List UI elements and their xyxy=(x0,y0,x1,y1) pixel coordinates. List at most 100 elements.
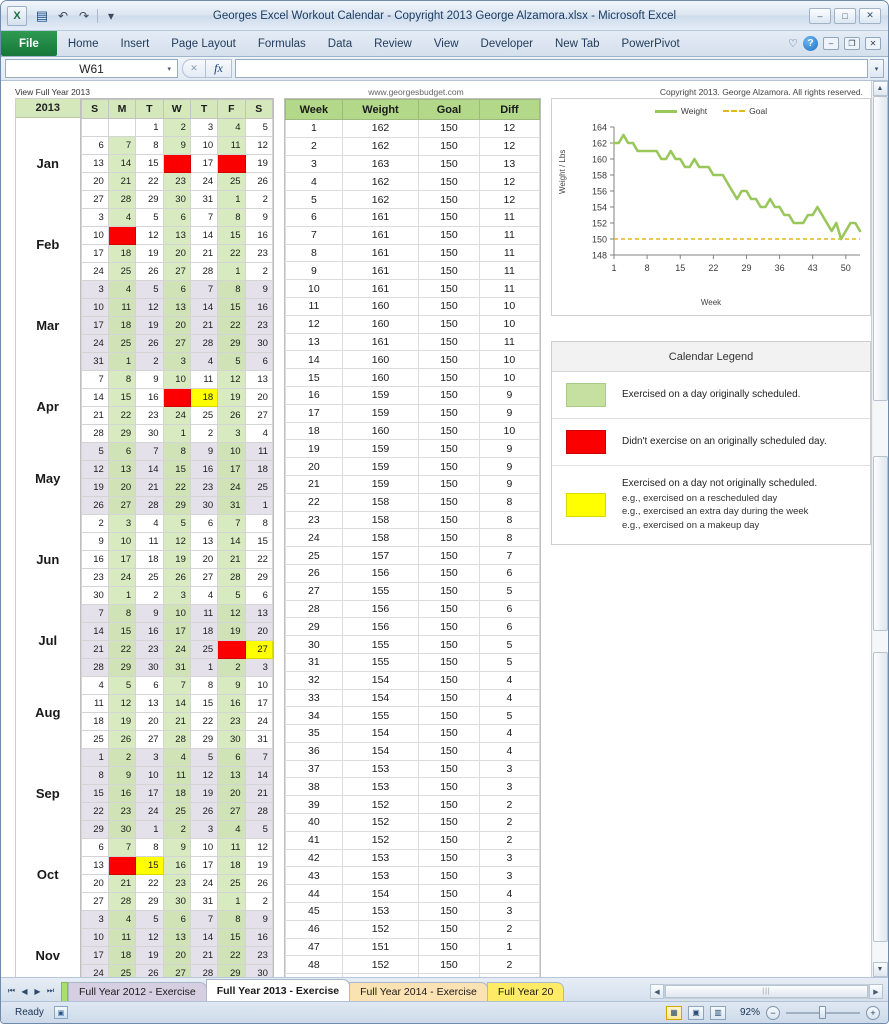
week-table-cell[interactable]: 34 xyxy=(285,707,342,725)
calendar-day-cell[interactable]: 8 xyxy=(81,767,108,785)
week-table-cell[interactable]: 38 xyxy=(285,778,342,796)
week-table-cell[interactable]: 150 xyxy=(419,956,480,974)
calendar-day-cell[interactable]: 29 xyxy=(108,425,135,443)
calendar-day-cell[interactable]: 9 xyxy=(163,137,190,155)
week-table-cell[interactable]: 13 xyxy=(285,333,342,351)
calendar-day-cell[interactable]: 14 xyxy=(218,533,245,551)
redo-icon[interactable]: ↷ xyxy=(74,6,94,26)
calendar-day-cell[interactable]: 18 xyxy=(190,389,217,407)
calendar-day-cell[interactable]: 20 xyxy=(108,479,135,497)
week-table-cell[interactable]: 43 xyxy=(285,867,342,885)
calendar-day-cell[interactable]: 10 xyxy=(81,227,108,245)
week-table-cell[interactable]: 161 xyxy=(342,244,418,262)
calendar-day-cell[interactable]: 22 xyxy=(218,947,245,965)
week-table-cell[interactable]: 151 xyxy=(342,938,418,956)
calendar-day-cell[interactable]: 25 xyxy=(218,173,245,191)
calendar-day-cell[interactable]: 22 xyxy=(136,875,163,893)
calendar-day-cell[interactable]: 17 xyxy=(163,389,190,407)
calendar-day-cell[interactable]: 28 xyxy=(81,659,108,677)
week-table-cell[interactable]: 152 xyxy=(342,814,418,832)
calendar-day-cell[interactable]: 12 xyxy=(245,137,272,155)
calendar-day-cell[interactable]: 7 xyxy=(190,209,217,227)
week-table-cell[interactable]: 1 xyxy=(285,120,342,138)
week-table-cell[interactable]: 5 xyxy=(479,582,539,600)
calendar-day-cell[interactable]: 13 xyxy=(108,461,135,479)
week-table-cell[interactable]: 150 xyxy=(419,137,480,155)
calendar-day-cell[interactable]: 18 xyxy=(108,317,135,335)
calendar-day-cell[interactable]: 27 xyxy=(81,191,108,209)
calendar-day-cell[interactable]: 8 xyxy=(136,839,163,857)
calendar-day-cell[interactable]: 5 xyxy=(245,821,272,839)
minimize-button[interactable]: – xyxy=(809,8,831,24)
week-table-cell[interactable]: 28 xyxy=(285,600,342,618)
week-table-cell[interactable]: 150 xyxy=(419,315,480,333)
calendar-day-cell[interactable]: 19 xyxy=(218,623,245,641)
calendar-day-cell[interactable]: 2 xyxy=(81,515,108,533)
calendar-day-cell[interactable]: 29 xyxy=(218,965,245,978)
chevron-down-icon[interactable]: ▾ xyxy=(167,65,171,73)
calendar-day-cell[interactable]: 25 xyxy=(136,569,163,587)
week-table-cell[interactable]: 17 xyxy=(285,404,342,422)
page-break-view-icon[interactable]: ▥ xyxy=(710,1006,726,1020)
view-full-year-link[interactable]: View Full Year 2013 xyxy=(15,87,90,97)
week-table-cell[interactable]: 150 xyxy=(419,849,480,867)
calendar-day-cell[interactable]: 6 xyxy=(218,749,245,767)
week-table-cell[interactable]: 6 xyxy=(479,600,539,618)
week-table-cell[interactable]: 152 xyxy=(342,831,418,849)
calendar-day-cell[interactable]: 7 xyxy=(108,137,135,155)
week-table-cell[interactable]: 2 xyxy=(285,137,342,155)
week-table-cell[interactable]: 27 xyxy=(285,582,342,600)
week-table-cell[interactable]: 150 xyxy=(419,689,480,707)
week-table-cell[interactable]: 12 xyxy=(479,173,539,191)
calendar-day-cell[interactable]: 19 xyxy=(136,947,163,965)
cancel-formula-icon[interactable]: ✕ xyxy=(182,59,206,78)
week-table-cell[interactable]: 156 xyxy=(342,564,418,582)
week-table-cell[interactable]: 3 xyxy=(479,867,539,885)
calendar-day-cell[interactable]: 26 xyxy=(218,641,245,659)
week-table-cell[interactable]: 150 xyxy=(419,297,480,315)
vertical-scroll-track[interactable] xyxy=(873,96,888,962)
calendar-day-cell[interactable]: 22 xyxy=(108,407,135,425)
week-table-cell[interactable]: 153 xyxy=(342,778,418,796)
calendar-day-cell[interactable]: 30 xyxy=(163,893,190,911)
week-table-cell[interactable]: 24 xyxy=(285,529,342,547)
sheet-tab-2015[interactable]: Full Year 20 xyxy=(487,982,564,1001)
ribbon-tab-insert[interactable]: Insert xyxy=(110,31,161,56)
calendar-day-cell[interactable]: 1 xyxy=(163,425,190,443)
week-table-cell[interactable]: 2 xyxy=(479,814,539,832)
calendar-day-cell[interactable]: 20 xyxy=(245,389,272,407)
calendar-day-cell[interactable]: 14 xyxy=(136,461,163,479)
calendar-day-cell[interactable]: 21 xyxy=(108,875,135,893)
calendar-day-cell[interactable]: 15 xyxy=(136,857,163,875)
calendar-day-cell[interactable]: 22 xyxy=(218,245,245,263)
calendar-day-cell[interactable] xyxy=(81,119,108,137)
calendar-day-cell[interactable]: 23 xyxy=(163,875,190,893)
calendar-day-cell[interactable]: 14 xyxy=(108,857,135,875)
zoom-slider[interactable] xyxy=(786,1006,860,1020)
calendar-day-cell[interactable]: 26 xyxy=(190,803,217,821)
week-table-cell[interactable]: 150 xyxy=(419,903,480,921)
week-table-cell[interactable]: 20 xyxy=(285,458,342,476)
ribbon-tab-new-tab[interactable]: New Tab xyxy=(544,31,611,56)
calendar-day-cell[interactable]: 15 xyxy=(81,785,108,803)
calendar-day-cell[interactable]: 21 xyxy=(190,245,217,263)
calendar-day-cell[interactable]: 10 xyxy=(245,677,272,695)
week-table-cell[interactable]: 150 xyxy=(419,386,480,404)
calendar-day-cell[interactable]: 11 xyxy=(218,839,245,857)
week-table-cell[interactable]: 160 xyxy=(342,369,418,387)
week-table-cell[interactable]: 39 xyxy=(285,796,342,814)
week-table-cell[interactable]: 150 xyxy=(419,653,480,671)
calendar-day-cell[interactable]: 20 xyxy=(245,623,272,641)
calendar-day-cell[interactable]: 19 xyxy=(81,479,108,497)
week-table-cell[interactable]: 1 xyxy=(479,938,539,956)
calendar-day-cell[interactable]: 13 xyxy=(245,605,272,623)
week-table-cell[interactable]: 150 xyxy=(419,778,480,796)
calendar-day-cell[interactable]: 24 xyxy=(190,875,217,893)
calendar-day-cell[interactable]: 10 xyxy=(81,299,108,317)
calendar-day-cell[interactable]: 10 xyxy=(218,443,245,461)
calendar-day-cell[interactable]: 5 xyxy=(163,515,190,533)
week-table-cell[interactable]: 11 xyxy=(479,280,539,298)
calendar-day-cell[interactable]: 3 xyxy=(81,209,108,227)
week-table-cell[interactable]: 10 xyxy=(285,280,342,298)
horizontal-scroll-track[interactable]: ||| xyxy=(664,984,869,999)
